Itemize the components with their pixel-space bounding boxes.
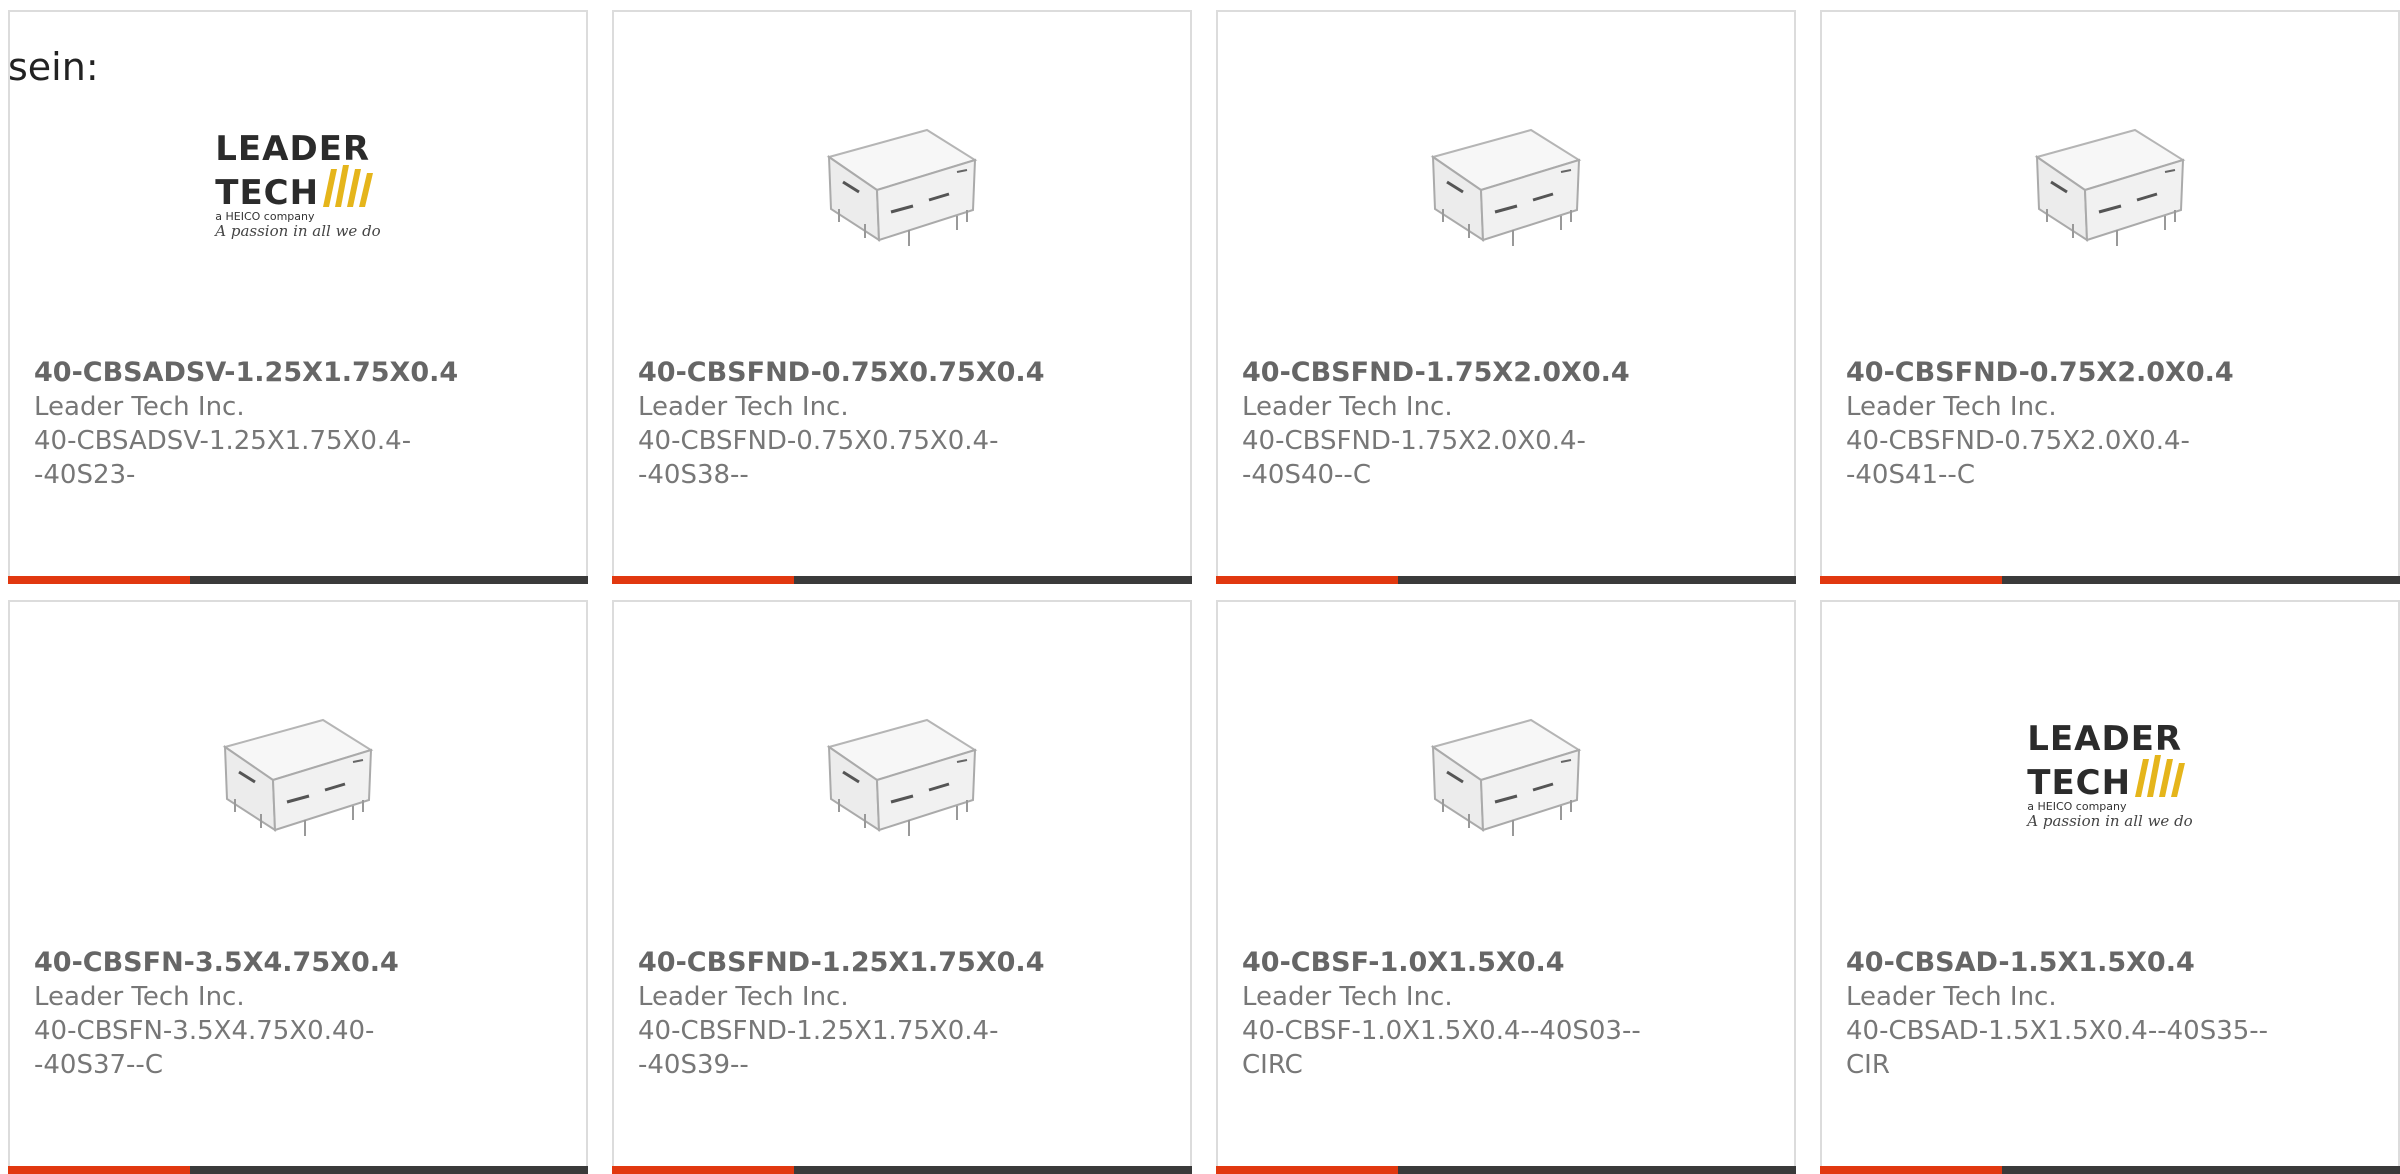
- logo-stripes-icon: [2135, 755, 2186, 797]
- product-description: 40-CBSFND-0.75X0.75X0.4--40S38--: [638, 426, 999, 490]
- product-description: 40-CBSFND-0.75X2.0X0.4--40S41--C: [1846, 426, 2190, 490]
- leader-tech-logo: LEADER TECH a HEICO company A passion in…: [2027, 719, 2193, 830]
- product-image-area: [10, 692, 586, 862]
- product-text: 40-CBSADSV-1.25X1.75X0.4 Leader Tech Inc…: [34, 356, 474, 492]
- logo-tagline: A passion in all we do: [215, 222, 381, 240]
- product-card[interactable]: 40-CBSFND-1.25X1.75X0.4 Leader Tech Inc.…: [612, 600, 1192, 1174]
- shield-can-icon: [826, 718, 978, 836]
- product-title[interactable]: 40-CBSF-1.0X1.5X0.4: [1242, 946, 1682, 980]
- shield-can-icon: [1430, 718, 1582, 836]
- product-text: 40-CBSFND-1.75X2.0X0.4 Leader Tech Inc. …: [1242, 356, 1682, 492]
- logo-word-2: TECH: [215, 173, 320, 213]
- product-text: 40-CBSFND-0.75X2.0X0.4 Leader Tech Inc. …: [1846, 356, 2286, 492]
- card-progress-bar: [1216, 576, 1796, 584]
- product-image-area: LEADER TECH a HEICO company A passion in…: [1822, 692, 2398, 862]
- product-image-area: [1822, 102, 2398, 272]
- shield-can-icon: [2034, 128, 2186, 246]
- logo-word-1: LEADER: [215, 129, 371, 169]
- product-card[interactable]: 40-CBSFND-0.75X2.0X0.4 Leader Tech Inc. …: [1820, 10, 2400, 584]
- product-card[interactable]: LEADER TECH a HEICO company A passion in…: [1820, 600, 2400, 1174]
- product-card[interactable]: 40-CBSFND-0.75X0.75X0.4 Leader Tech Inc.…: [612, 10, 1192, 584]
- card-progress-bar: [1216, 1166, 1796, 1174]
- product-text: 40-CBSFND-0.75X0.75X0.4 Leader Tech Inc.…: [638, 356, 1078, 492]
- logo-stripes-icon: [323, 165, 374, 207]
- product-title[interactable]: 40-CBSAD-1.5X1.5X0.4: [1846, 946, 2286, 980]
- card-progress-bar: [1820, 576, 2400, 584]
- product-manufacturer: Leader Tech Inc.: [1846, 982, 2057, 1012]
- shield-can-icon: [1430, 128, 1582, 246]
- product-description: 40-CBSFND-1.75X2.0X0.4--40S40--C: [1242, 426, 1586, 490]
- card-progress-fill: [612, 1166, 794, 1174]
- card-progress-bar: [8, 1166, 588, 1174]
- product-description: 40-CBSFND-1.25X1.75X0.4--40S39--: [638, 1016, 999, 1080]
- product-image-area: [614, 692, 1190, 862]
- card-progress-fill: [1216, 576, 1398, 584]
- card-progress-bar: [1820, 1166, 2400, 1174]
- leader-tech-logo: LEADER TECH a HEICO company A passion in…: [215, 129, 381, 240]
- card-progress-fill: [1820, 1166, 2002, 1174]
- product-manufacturer: Leader Tech Inc.: [1242, 982, 1453, 1012]
- product-description: 40-CBSADSV-1.25X1.75X0.4--40S23-: [34, 426, 412, 490]
- card-progress-fill: [8, 576, 190, 584]
- product-title[interactable]: 40-CBSADSV-1.25X1.75X0.4: [34, 356, 474, 390]
- product-manufacturer: Leader Tech Inc.: [34, 392, 245, 422]
- shield-can-icon: [222, 718, 374, 836]
- product-description: 40-CBSF-1.0X1.5X0.4--40S03--CIRC: [1242, 1016, 1641, 1080]
- product-title[interactable]: 40-CBSFND-0.75X0.75X0.4: [638, 356, 1078, 390]
- page-label: sein:: [8, 45, 99, 89]
- product-manufacturer: Leader Tech Inc.: [34, 982, 245, 1012]
- product-manufacturer: Leader Tech Inc.: [638, 392, 849, 422]
- logo-word-1: LEADER: [2027, 719, 2183, 759]
- product-description: 40-CBSAD-1.5X1.5X0.4--40S35--CIR: [1846, 1016, 2269, 1080]
- product-image-area: [1218, 102, 1794, 272]
- product-text: 40-CBSF-1.0X1.5X0.4 Leader Tech Inc. 40-…: [1242, 946, 1682, 1082]
- card-progress-fill: [612, 576, 794, 584]
- product-title[interactable]: 40-CBSFND-1.75X2.0X0.4: [1242, 356, 1682, 390]
- card-progress-fill: [1820, 576, 2002, 584]
- card-progress-fill: [1216, 1166, 1398, 1174]
- logo-word-2: TECH: [2027, 763, 2132, 803]
- product-manufacturer: Leader Tech Inc.: [1242, 392, 1453, 422]
- shield-can-icon: [826, 128, 978, 246]
- product-title[interactable]: 40-CBSFN-3.5X4.75X0.4: [34, 946, 474, 980]
- logo-tagline: A passion in all we do: [2027, 812, 2193, 830]
- product-manufacturer: Leader Tech Inc.: [1846, 392, 2057, 422]
- product-card[interactable]: 40-CBSF-1.0X1.5X0.4 Leader Tech Inc. 40-…: [1216, 600, 1796, 1174]
- card-progress-bar: [612, 1166, 1192, 1174]
- card-progress-fill: [8, 1166, 190, 1174]
- product-image-area: LEADER TECH a HEICO company A passion in…: [10, 102, 586, 272]
- product-text: 40-CBSFN-3.5X4.75X0.4 Leader Tech Inc. 4…: [34, 946, 474, 1082]
- product-image-area: [614, 102, 1190, 272]
- product-card[interactable]: 40-CBSFN-3.5X4.75X0.4 Leader Tech Inc. 4…: [8, 600, 588, 1174]
- logo-company: a HEICO company: [215, 210, 315, 223]
- product-manufacturer: Leader Tech Inc.: [638, 982, 849, 1012]
- product-card[interactable]: 40-CBSFND-1.75X2.0X0.4 Leader Tech Inc. …: [1216, 10, 1796, 584]
- product-text: 40-CBSAD-1.5X1.5X0.4 Leader Tech Inc. 40…: [1846, 946, 2286, 1082]
- product-description: 40-CBSFN-3.5X4.75X0.40--40S37--C: [34, 1016, 375, 1080]
- product-title[interactable]: 40-CBSFND-0.75X2.0X0.4: [1846, 356, 2286, 390]
- product-text: 40-CBSFND-1.25X1.75X0.4 Leader Tech Inc.…: [638, 946, 1078, 1082]
- card-progress-bar: [612, 576, 1192, 584]
- card-progress-bar: [8, 576, 588, 584]
- product-title[interactable]: 40-CBSFND-1.25X1.75X0.4: [638, 946, 1078, 980]
- product-card[interactable]: LEADER TECH a HEICO company A passion in…: [8, 10, 588, 584]
- logo-company: a HEICO company: [2027, 800, 2127, 813]
- product-image-area: [1218, 692, 1794, 862]
